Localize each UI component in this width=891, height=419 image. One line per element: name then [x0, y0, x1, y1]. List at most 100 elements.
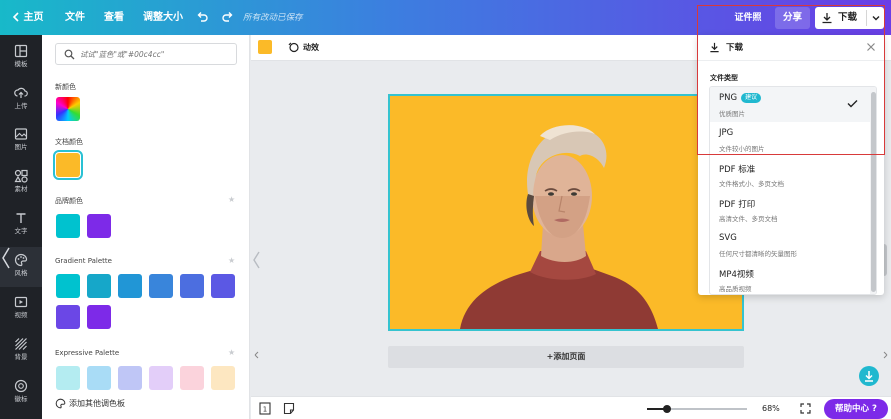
rail-label: 模板: [14, 60, 28, 68]
file-type-option-svg[interactable]: SVG 任何尺寸都清晰的矢量图形: [710, 227, 870, 262]
color-search-box[interactable]: [55, 43, 237, 65]
gradient-color-swatch[interactable]: [87, 274, 111, 298]
redo-button[interactable]: [222, 0, 234, 35]
new-color-swatch[interactable]: [56, 97, 80, 121]
page-view-icon[interactable]: 1: [259, 402, 271, 415]
quick-download-button[interactable]: [859, 366, 879, 386]
file-type-desc: 高清文件、多页文档: [719, 215, 778, 223]
animate-label: 动效: [303, 43, 319, 52]
notes-icon[interactable]: [283, 402, 295, 415]
undo-icon: [197, 12, 208, 22]
collapse-panel-icon[interactable]: [0, 238, 12, 278]
close-icon[interactable]: [866, 42, 876, 52]
template-icon: [14, 44, 28, 58]
chevron-down-icon[interactable]: [871, 13, 881, 23]
rail-item-elements[interactable]: 素材: [0, 163, 42, 203]
portrait-photo[interactable]: [390, 96, 742, 329]
rail-item-photos[interactable]: 图片: [0, 121, 42, 161]
check-icon: [847, 100, 858, 108]
expressive-color-swatch[interactable]: [87, 366, 111, 390]
file-type-desc: 高品质视频: [719, 285, 752, 293]
animate-button[interactable]: 动效: [288, 35, 319, 61]
rail-item-template[interactable]: 模板: [0, 38, 42, 78]
file-type-desc: 文件较小的图片: [719, 145, 765, 153]
brand-color-swatch[interactable]: [87, 214, 111, 238]
help-center-button[interactable]: 帮助中心 ?: [824, 399, 888, 419]
star-icon[interactable]: ★: [228, 256, 235, 265]
doc-color-swatch[interactable]: [53, 150, 83, 180]
file-type-desc: 任何尺寸都清晰的矢量图形: [719, 250, 797, 258]
menu-file[interactable]: 文件: [65, 0, 85, 35]
expressive-color-swatch[interactable]: [149, 366, 173, 390]
zoom-slider[interactable]: [647, 405, 747, 413]
svg-text:1: 1: [263, 406, 267, 414]
menu-resize[interactable]: 调整大小: [143, 0, 183, 35]
gradient-color-swatch[interactable]: [149, 274, 173, 298]
scrollbar-thumb[interactable]: [871, 92, 876, 292]
file-type-name-text: PNG: [719, 93, 738, 103]
expressive-color-swatch[interactable]: [180, 366, 204, 390]
file-type-option-pdf-print[interactable]: PDF 打印 高清文件、多页文档: [710, 192, 870, 227]
file-type-list[interactable]: PNG 建议 优质图片 JPG 文件较小的图片 PDF 标准 文件格式小、多页文档…: [709, 86, 877, 295]
color-panel: 新颜色 文档颜色 品牌颜色 ★ Gradient Palette ★ Expre…: [42, 35, 250, 419]
download-icon: [710, 42, 719, 53]
gradient-color-swatch[interactable]: [211, 274, 235, 298]
home-button[interactable]: 主页: [12, 0, 43, 35]
gradient-color-swatch[interactable]: [87, 305, 111, 329]
zoom-level[interactable]: 68%: [762, 397, 780, 419]
expressive-color-swatch[interactable]: [118, 366, 142, 390]
file-type-option-pdf-standard[interactable]: PDF 标准 文件格式小、多页文档: [710, 157, 870, 192]
color-search-input[interactable]: [80, 47, 230, 62]
rail-item-upload[interactable]: 上传: [0, 80, 42, 120]
brand-color-swatch[interactable]: [56, 214, 80, 238]
design-canvas[interactable]: [388, 94, 744, 331]
background-color-button[interactable]: [258, 40, 272, 54]
horizontal-scrollbar[interactable]: [251, 349, 891, 361]
chevron-left-icon: [12, 12, 19, 22]
file-type-name: PDF 标准: [719, 165, 756, 175]
background-icon: [15, 338, 27, 350]
star-icon[interactable]: ★: [228, 348, 235, 357]
new-color-title: 新颜色: [55, 83, 76, 91]
file-type-name: SVG: [719, 233, 737, 243]
scroll-left-icon[interactable]: [251, 240, 263, 280]
gradient-color-swatch[interactable]: [118, 274, 142, 298]
star-icon[interactable]: ★: [228, 195, 235, 204]
gradient-color-swatch[interactable]: [56, 305, 80, 329]
rail-label: 文字: [14, 227, 28, 235]
undo-button[interactable]: [196, 0, 208, 35]
menu-view[interactable]: 查看: [104, 0, 124, 35]
file-type-scrollbar[interactable]: [870, 87, 876, 294]
rail-label: 背景: [14, 353, 28, 361]
rail-item-video[interactable]: 视频: [0, 289, 42, 329]
palette-icon: [55, 398, 66, 409]
rail-item-logo[interactable]: 徽标: [0, 373, 42, 413]
expressive-palette-title: Expressive Palette: [55, 349, 120, 357]
file-type-option-jpg[interactable]: JPG 文件较小的图片: [710, 122, 870, 157]
expressive-color-swatch[interactable]: [211, 366, 235, 390]
download-button[interactable]: 下载: [815, 7, 884, 29]
file-type-name: JPG: [719, 128, 734, 138]
bottom-bar: 1 68% 帮助中心 ?: [251, 396, 891, 419]
gradient-color-swatch[interactable]: [56, 274, 80, 298]
file-type-label: 文件类型: [710, 74, 738, 82]
expressive-color-swatch[interactable]: [56, 366, 80, 390]
file-type-option-png[interactable]: PNG 建议 优质图片: [710, 87, 870, 122]
fullscreen-icon[interactable]: [800, 403, 811, 414]
logo-icon: [14, 379, 28, 393]
rail-item-background[interactable]: 背景: [0, 331, 42, 371]
gradient-color-swatch[interactable]: [180, 274, 204, 298]
zoom-slider-handle[interactable]: [663, 405, 671, 413]
rail-label: 徽标: [14, 395, 28, 403]
add-palette-link[interactable]: 添加其他调色板: [55, 398, 125, 409]
file-type-option-mp4[interactable]: MP4视频 高品质视频: [710, 262, 870, 294]
download-panel: 下载 文件类型 PNG 建议 优质图片 JPG 文件较小的图片 PDF 标准 文件…: [698, 35, 884, 295]
file-type-name: MP4视频: [719, 270, 754, 280]
download-panel-title: 下载: [726, 43, 744, 53]
palette-icon: [14, 253, 28, 267]
redo-icon: [222, 12, 233, 22]
id-photo-button[interactable]: 证件照: [730, 8, 766, 28]
rail-label: 视频: [14, 311, 28, 319]
file-type-desc: 文件格式小、多页文档: [719, 180, 784, 188]
share-button[interactable]: 分享: [775, 7, 810, 29]
